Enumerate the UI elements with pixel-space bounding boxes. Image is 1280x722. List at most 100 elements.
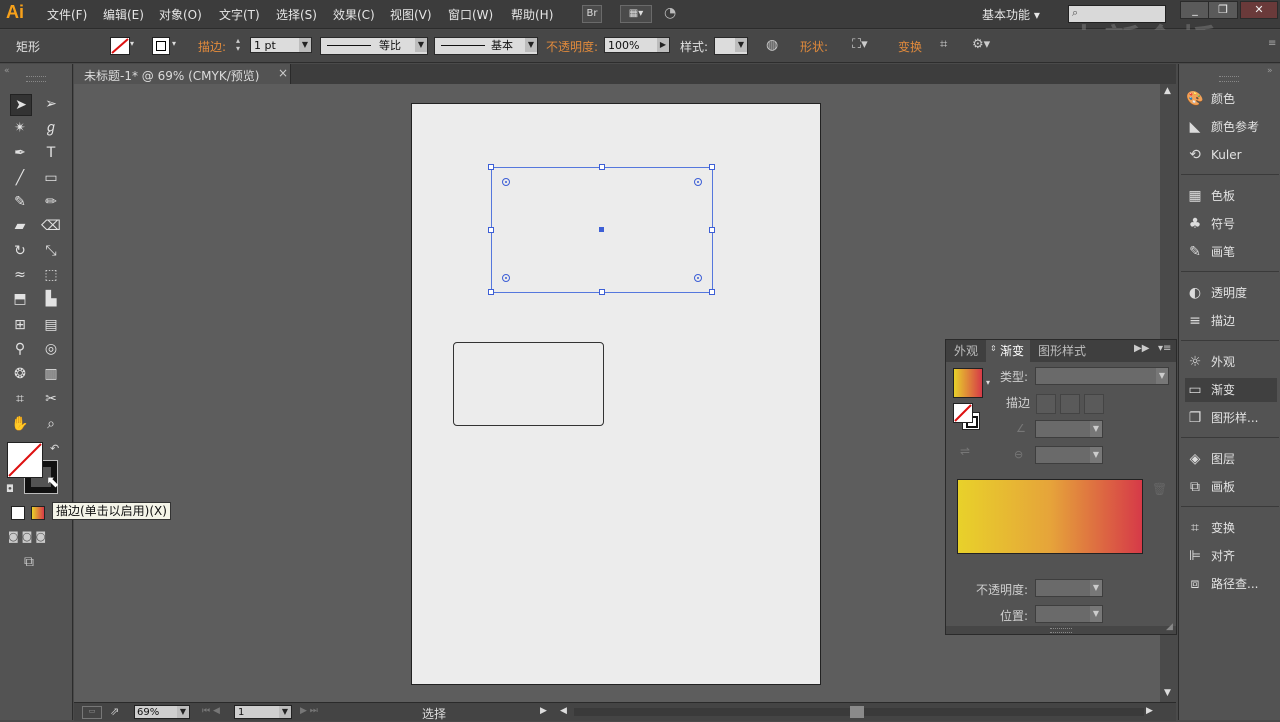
dock-item-transparency[interactable]: ◐ 透明度 [1185, 281, 1277, 305]
isolate-icon[interactable]: ⌗ [940, 37, 947, 52]
fill-swatch[interactable] [7, 442, 43, 478]
stroke-color-swatch[interactable] [152, 37, 170, 55]
workspace-switcher[interactable]: 基本功能 ▾ [982, 6, 1040, 23]
corner-radius-widget[interactable] [502, 274, 510, 282]
panel-resize-grip[interactable] [1050, 628, 1072, 633]
stroke-along-button[interactable] [1060, 394, 1080, 414]
shape-builder-tool-icon[interactable]: ⬒ [10, 289, 30, 309]
gradient-tool-icon[interactable]: ▤ [41, 315, 61, 335]
close-window-button[interactable]: ✕ [1240, 1, 1278, 19]
control-bar-menu-icon[interactable]: ≡ [1268, 38, 1276, 52]
artboard-number-field[interactable]: 1 ▼ [234, 705, 292, 719]
resize-handle[interactable] [709, 164, 715, 170]
dock-item-brushes[interactable]: ✎ 画笔 [1185, 240, 1277, 264]
variable-width-profile-dropdown[interactable]: 等比 ▼ [320, 37, 428, 55]
stop-opacity-dropdown[interactable]: ▼ [1035, 579, 1103, 597]
screen-mode-icon[interactable]: ⧉ [24, 554, 34, 570]
resize-corner-icon[interactable]: ◢ [1166, 622, 1173, 632]
corner-radius-widget[interactable] [502, 178, 510, 186]
recolor-artwork-icon[interactable]: ◍ [766, 37, 778, 53]
artboard-nav-icon[interactable]: ▭ [82, 706, 102, 719]
rounded-rectangle[interactable] [453, 342, 604, 426]
panel-grip[interactable] [26, 76, 46, 82]
type-tool-icon[interactable]: T [41, 143, 61, 163]
dock-item-symbols[interactable]: ♣ 符号 [1185, 212, 1277, 236]
eyedropper-tool-icon[interactable]: ⚲ [10, 339, 30, 359]
symbol-sprayer-tool-icon[interactable]: ❂ [10, 364, 30, 384]
dock-item-gradient[interactable]: ▭ 渐变 [1185, 378, 1277, 402]
angle-dropdown[interactable]: ▼ [1035, 420, 1103, 438]
column-graph-tool-icon[interactable]: ▥ [41, 364, 61, 384]
fill-indicator[interactable] [953, 403, 973, 423]
menu-type[interactable]: 文字(T) [219, 6, 260, 23]
dock-item-appearance[interactable]: ☼ 外观 [1185, 350, 1277, 374]
color-mode-button[interactable] [11, 506, 25, 520]
mesh-tool-icon[interactable]: ⊞ [10, 315, 30, 335]
fill-dropdown-icon[interactable]: ▾ [130, 39, 134, 48]
stroke-weight-field[interactable]: 1 pt ▼ [250, 37, 312, 53]
gradient-presets-icon[interactable]: ▾ [986, 378, 990, 387]
scroll-left-icon[interactable]: ◀ [560, 706, 567, 716]
aspect-ratio-dropdown[interactable]: ▼ [1035, 446, 1103, 464]
selection-tool-icon[interactable]: ➤ [10, 94, 32, 116]
resize-handle[interactable] [488, 289, 494, 295]
panel-menu-icon[interactable]: ▾≡ [1158, 343, 1171, 354]
transform-link[interactable]: 变换 [898, 38, 922, 55]
menu-select[interactable]: 选择(S) [276, 6, 317, 23]
scale-tool-icon[interactable]: ⤡ [41, 241, 61, 261]
stop-position-dropdown[interactable]: ▼ [1035, 605, 1103, 623]
arrange-documents-button[interactable]: ▦▾ [620, 5, 652, 23]
zoom-field[interactable]: 69% ▼ [134, 705, 190, 719]
collapse-icon[interactable]: « [4, 66, 10, 76]
scroll-down-icon[interactable]: ▼ [1164, 688, 1171, 698]
gradient-slider[interactable] [957, 479, 1143, 554]
magic-wand-tool-icon[interactable]: ✴ [10, 118, 30, 138]
opacity-label[interactable]: 不透明度: [546, 38, 598, 55]
artboard-tool-icon[interactable]: ⌗ [10, 389, 30, 409]
gradient-thumbnail[interactable] [953, 368, 983, 398]
dock-item-layers[interactable]: ◈ 图层 [1185, 447, 1277, 471]
resize-handle[interactable] [488, 227, 494, 233]
free-transform-tool-icon[interactable]: ⬚ [41, 265, 61, 285]
document-tab[interactable]: 未标题-1* @ 69% (CMYK/预览) × [74, 64, 291, 84]
panel-options-icon[interactable]: ⚙▾ [972, 37, 990, 52]
lasso-tool-icon[interactable]: ℊ [41, 118, 61, 138]
default-fill-stroke-icon[interactable]: ◘ [6, 484, 14, 495]
pencil-tool-icon[interactable]: ✏ [41, 192, 61, 212]
zoom-tool-icon[interactable]: ⌕ [41, 414, 61, 434]
drawing-modes-icons[interactable]: ◙◙◙ [8, 530, 64, 544]
dock-item-stroke[interactable]: ≡ 描边 [1185, 309, 1277, 333]
dock-item-transform[interactable]: ⌗ 变换 [1185, 516, 1277, 540]
stroke-across-button[interactable] [1084, 394, 1104, 414]
dock-item-pathfinder[interactable]: ⧈ 路径查... [1185, 572, 1277, 596]
resize-handle[interactable] [599, 289, 605, 295]
share-icon[interactable]: ⇗ [110, 705, 119, 718]
menu-edit[interactable]: 编辑(E) [103, 6, 144, 23]
blend-tool-icon[interactable]: ◎ [41, 339, 61, 359]
status-menu-icon[interactable]: ▶ [540, 706, 547, 716]
panel-collapse-icon[interactable]: ▶▶ [1134, 343, 1149, 354]
menu-help[interactable]: 帮助(H) [511, 6, 553, 23]
dock-item-color-guide[interactable]: ◣ 颜色参考 [1185, 115, 1277, 139]
resize-handle[interactable] [709, 289, 715, 295]
brush-definition-dropdown[interactable]: 基本 ▼ [434, 37, 538, 55]
first-artboard-icon[interactable]: ⏮ ◀ [202, 706, 220, 716]
direct-selection-tool-icon[interactable]: ➢ [41, 94, 61, 114]
stroke-weight-label[interactable]: 描边: [198, 38, 226, 55]
stroke-dropdown-icon[interactable]: ▾ [172, 39, 176, 48]
expand-panels-icon[interactable]: » [1267, 66, 1273, 76]
gpu-performance-icon[interactable]: ◔ [664, 5, 686, 23]
horizontal-scroll-thumb[interactable] [850, 706, 864, 718]
graphic-style-dropdown[interactable]: ▼ [714, 37, 748, 55]
blob-brush-tool-icon[interactable]: ▰ [10, 216, 30, 236]
dock-item-artboards[interactable]: ⧉ 画板 [1185, 475, 1277, 499]
slice-tool-icon[interactable]: ✂ [41, 389, 61, 409]
tab-graphic-styles[interactable]: 图形样式 [1038, 342, 1086, 360]
rectangle-tool-icon[interactable]: ▭ [41, 168, 61, 188]
tab-appearance[interactable]: 外观 [954, 342, 978, 360]
resize-handle[interactable] [709, 227, 715, 233]
warp-tool-icon[interactable]: ≈ [10, 265, 30, 285]
menu-effect[interactable]: 效果(C) [333, 6, 375, 23]
dock-item-color[interactable]: 🎨 颜色 [1185, 87, 1277, 111]
paintbrush-tool-icon[interactable]: ✎ [10, 192, 30, 212]
